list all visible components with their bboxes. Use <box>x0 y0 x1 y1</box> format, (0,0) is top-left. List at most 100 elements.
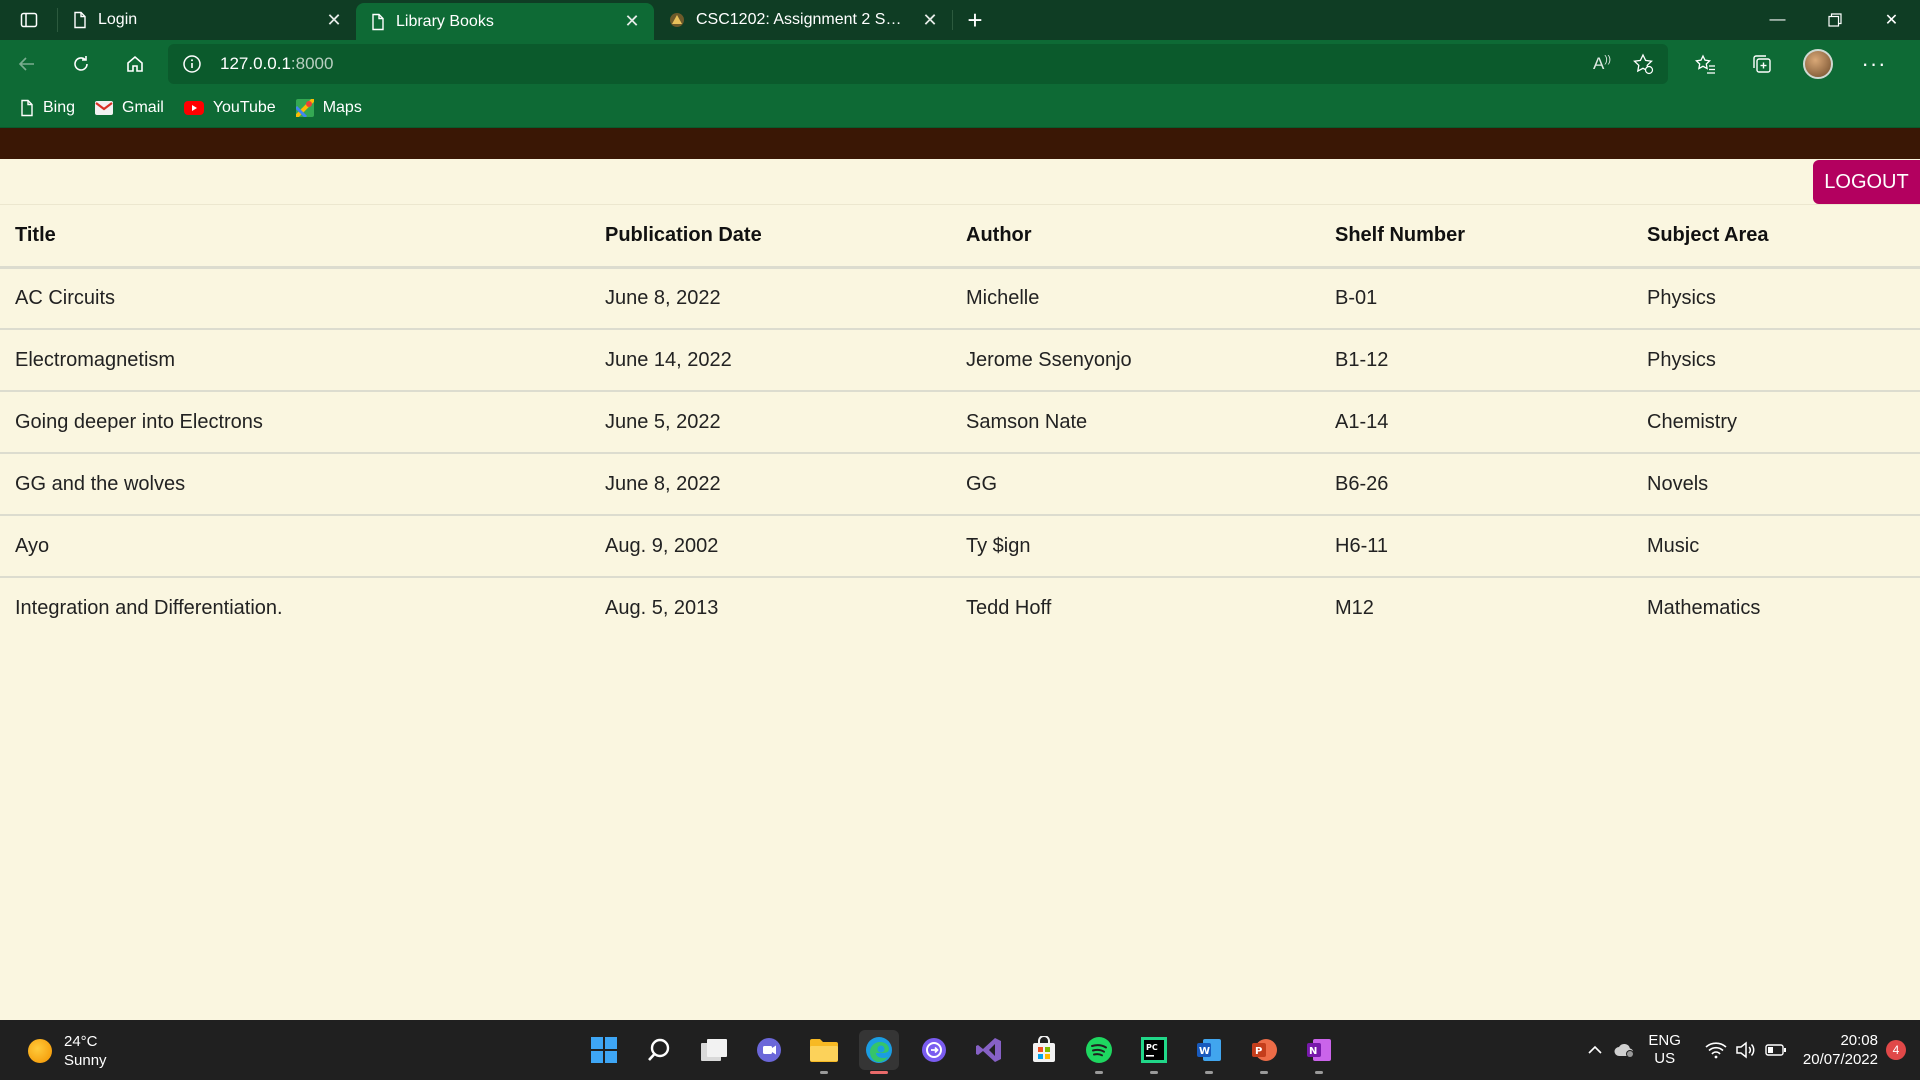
windows-taskbar: 24°C Sunny PC W P N ENG US 20:08 20/07/2… <box>0 1020 1920 1080</box>
microsoft-store-button[interactable] <box>1024 1030 1064 1070</box>
url-port: :8000 <box>290 54 334 73</box>
running-indicator <box>1150 1071 1158 1074</box>
info-icon[interactable] <box>182 54 202 74</box>
close-tab-icon[interactable]: ✕ <box>920 10 940 31</box>
edge-icon <box>866 1037 892 1063</box>
store-icon <box>1033 1036 1055 1062</box>
address-bar[interactable]: 127.0.0.1:8000 A)) <box>168 44 1668 84</box>
visual-studio-button[interactable] <box>969 1030 1009 1070</box>
spotify-icon <box>1086 1037 1112 1063</box>
restore-button[interactable] <box>1806 0 1863 40</box>
book-subject-area: Physics <box>1632 329 1920 392</box>
close-tab-icon[interactable]: ✕ <box>324 10 344 31</box>
back-button[interactable] <box>0 44 54 84</box>
table-row: Going deeper into Electrons June 5, 2022… <box>0 391 1920 454</box>
clock-time: 20:08 <box>1840 1032 1878 1049</box>
maps-icon <box>295 98 314 117</box>
column-header-publication-date: Publication Date <box>590 205 951 269</box>
task-view-icon <box>701 1039 727 1061</box>
word-icon: W <box>1197 1039 1221 1061</box>
book-author: Ty $ign <box>951 515 1320 578</box>
tab-actions-button[interactable] <box>0 8 58 32</box>
settings-menu-button[interactable]: ··· <box>1846 44 1902 84</box>
logout-button[interactable]: LOGOUT <box>1813 160 1920 204</box>
table-row: GG and the wolves June 8, 2022 GG B6-26 … <box>0 453 1920 516</box>
word-button[interactable]: W <box>1189 1030 1229 1074</box>
column-header-subject-area: Subject Area <box>1632 205 1920 269</box>
spotify-button[interactable] <box>1079 1030 1119 1074</box>
tab-library-books[interactable]: Library Books ✕ <box>356 3 654 40</box>
clock[interactable]: 20:08 20/07/2022 <box>1803 1031 1878 1069</box>
tab-title: CSC1202: Assignment 2 Submiss <box>696 11 910 28</box>
running-indicator <box>1205 1071 1213 1074</box>
more-options-icon: ··· <box>1861 51 1887 76</box>
university-crest-icon <box>670 13 684 27</box>
volume-button[interactable] <box>1731 1041 1761 1059</box>
read-aloud-icon[interactable]: A)) <box>1586 54 1618 74</box>
messenger-app-button[interactable] <box>914 1030 954 1070</box>
file-explorer-button[interactable] <box>804 1030 844 1074</box>
book-publication-date: Aug. 9, 2002 <box>590 515 951 578</box>
new-tab-button[interactable]: + <box>953 0 997 40</box>
bookmark-bing[interactable]: Bing <box>20 99 75 117</box>
book-author: Tedd Hoff <box>966 597 1052 619</box>
bookmark-youtube[interactable]: YouTube <box>183 98 276 117</box>
system-tray: ENG US 20:08 20/07/2022 4 <box>1580 1020 1920 1080</box>
bookmark-label: YouTube <box>212 98 276 116</box>
weather-widget[interactable]: 24°C Sunny <box>28 1032 107 1070</box>
browser-toolbar: 127.0.0.1:8000 A)) ··· <box>0 40 1920 88</box>
bookmark-label: Gmail <box>122 98 164 116</box>
favorites-button[interactable] <box>1678 44 1734 84</box>
powerpoint-icon: P <box>1252 1039 1277 1061</box>
show-hidden-icons-button[interactable] <box>1580 1045 1610 1055</box>
book-title: GG and the wolves <box>0 453 590 516</box>
table-row: AC Circuits June 8, 2022 Michelle B-01 P… <box>0 267 1920 330</box>
book-title: Ayo <box>0 515 590 578</box>
close-window-button[interactable]: ✕ <box>1863 0 1920 40</box>
battery-icon <box>1765 1044 1786 1056</box>
table-row: Ayo Aug. 9, 2002 Ty $ign H6-11 Music <box>0 515 1920 578</box>
add-favorite-icon[interactable] <box>1632 53 1654 75</box>
svg-text:P: P <box>1255 1046 1262 1057</box>
book-title: Electromagnetism <box>0 329 590 392</box>
book-author: Michelle <box>951 267 1320 330</box>
collections-button[interactable] <box>1734 44 1790 84</box>
book-subject-area: Mathematics <box>1647 597 1761 619</box>
battery-button[interactable] <box>1761 1043 1791 1057</box>
teams-chat-button[interactable] <box>749 1030 789 1070</box>
task-view-button[interactable] <box>694 1030 734 1070</box>
minimize-button[interactable]: — <box>1749 0 1806 40</box>
close-tab-icon[interactable]: ✕ <box>622 11 642 32</box>
notification-badge[interactable]: 4 <box>1886 1040 1906 1060</box>
tab-assignment[interactable]: CSC1202: Assignment 2 Submiss ✕ <box>654 0 952 40</box>
bookmark-gmail[interactable]: Gmail <box>95 99 164 117</box>
book-shelf-number: H6-11 <box>1320 515 1632 578</box>
language-indicator[interactable]: ENG US <box>1648 1032 1681 1068</box>
onenote-button[interactable]: N <box>1299 1030 1339 1074</box>
search-button[interactable] <box>639 1030 679 1070</box>
refresh-button[interactable] <box>54 44 108 84</box>
pycharm-button[interactable]: PC <box>1134 1030 1174 1074</box>
speaker-icon <box>1736 1041 1755 1059</box>
logout-bar: LOGOUT <box>0 159 1920 205</box>
site-header-bar <box>0 128 1920 159</box>
book-shelf-number: M12 <box>1335 597 1374 619</box>
weather-condition: Sunny <box>64 1052 107 1069</box>
edge-button[interactable] <box>859 1030 899 1074</box>
refresh-icon <box>74 56 88 71</box>
powerpoint-button[interactable]: P <box>1244 1030 1284 1074</box>
book-title: Integration and Differentiation. <box>15 597 283 619</box>
home-icon <box>127 55 143 72</box>
profile-button[interactable] <box>1790 44 1846 84</box>
bookmark-maps[interactable]: Maps <box>295 98 362 117</box>
language-code: ENG <box>1648 1032 1681 1049</box>
bookmark-label: Bing <box>43 98 76 116</box>
tab-login[interactable]: Login ✕ <box>58 0 356 40</box>
home-button[interactable] <box>108 44 162 84</box>
bookmarks-bar: Bing Gmail YouTube Maps <box>0 88 1920 128</box>
onedrive-button[interactable] <box>1610 1041 1640 1059</box>
column-header-title: Title <box>0 205 590 269</box>
start-button[interactable] <box>584 1030 624 1070</box>
table-header-row: Title Publication Date Author Shelf Numb… <box>0 205 1920 269</box>
wifi-button[interactable] <box>1701 1041 1731 1059</box>
